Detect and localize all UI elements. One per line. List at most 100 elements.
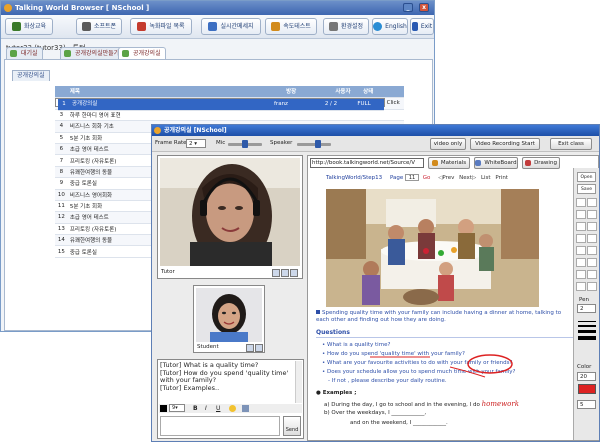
room-status: FULL (344, 98, 384, 111)
col-status[interactable]: 상태 (361, 86, 404, 98)
close-button[interactable]: x (419, 3, 429, 12)
undo-tool-icon[interactable] (576, 270, 586, 279)
exit-button[interactable]: Exit (410, 18, 434, 35)
underline-button[interactable]: U (216, 405, 220, 412)
snapshot-icon[interactable] (272, 269, 280, 277)
url-field[interactable]: http://book.talkingworld.net/Source/V (310, 158, 424, 168)
drawing-icon (525, 159, 532, 166)
pen-size-select[interactable]: 2 (577, 304, 596, 313)
drawing-button[interactable]: Drawing (522, 157, 560, 169)
mic-slider[interactable] (228, 140, 262, 148)
mic-slider-knob[interactable] (242, 140, 248, 148)
zoom-icon[interactable] (281, 269, 289, 277)
col-host[interactable]: 방장 (284, 86, 334, 98)
example-c: and on the weekend, I ____________. (350, 420, 448, 426)
minimize-button[interactable]: _ (403, 3, 413, 12)
table-row[interactable]: 3 하루 한마디 영어 표현 (55, 109, 404, 122)
col-users[interactable]: 사용자 (333, 86, 362, 98)
tab-waiting-room[interactable]: 대기실 (6, 47, 43, 59)
chat-input[interactable] (160, 416, 280, 436)
highlight-tool-icon[interactable] (587, 246, 597, 255)
eraser-tool-icon[interactable] (576, 258, 586, 267)
open-button[interactable]: Open (577, 172, 596, 182)
brush-tool-icon[interactable] (587, 210, 597, 219)
zoom-icon[interactable] (255, 344, 263, 352)
line-tool-icon[interactable] (576, 210, 586, 219)
row-number: 5 (55, 132, 68, 144)
room-users (333, 109, 362, 122)
tab-create-room[interactable]: 공개강의실만들기 (60, 47, 125, 59)
snapshot-icon[interactable] (246, 344, 254, 352)
pen-width-list[interactable] (578, 318, 596, 358)
row-number: 14 (55, 234, 68, 247)
circle-annotation (467, 354, 513, 374)
text-tool-icon[interactable] (576, 234, 586, 243)
stamp-tool-icon[interactable] (576, 282, 586, 291)
text-color-icon[interactable] (160, 405, 167, 412)
row-number: 7 (55, 154, 68, 167)
example-a: a) During the day, I go to school and in… (324, 400, 519, 408)
lesson-page: TalkingWorld/Step13 Page 11 Go ◁Prev Nex… (310, 172, 582, 440)
app-logo-icon (4, 4, 12, 12)
drawing-toolbox: Open Save Pen 2 Color 20 5 (573, 168, 599, 440)
image-tool-icon[interactable] (587, 282, 597, 291)
video-only-button[interactable]: video only (430, 138, 466, 150)
speed-test-button[interactable]: 속도테스트 (265, 18, 317, 35)
open-room-subtab[interactable]: 공개강의실 (12, 70, 50, 81)
globe-icon (373, 22, 383, 31)
record-list-icon (137, 22, 147, 31)
italic-button[interactable]: I (205, 405, 207, 412)
arrow-tool-icon[interactable] (576, 246, 586, 255)
row-number: 11 (55, 200, 68, 213)
english-button[interactable]: English (372, 18, 408, 35)
exit-class-button[interactable]: Exit class (550, 138, 592, 150)
save-button[interactable]: Save (577, 184, 596, 194)
whiteboard-button[interactable]: WhiteBoard (474, 157, 518, 169)
video-class-button[interactable]: 화상교육 (5, 18, 53, 35)
row-number: 1 (58, 98, 70, 111)
settings-small-icon[interactable] (290, 269, 298, 277)
message-button[interactable]: 실시간메세지 (201, 18, 261, 35)
room-title: 하루 한마디 영어 표현 (67, 109, 285, 122)
softphone-button[interactable]: 소프트폰 (76, 18, 122, 35)
speaker-slider[interactable] (297, 140, 331, 148)
settings-button[interactable]: 환경설정 (323, 18, 369, 35)
attach-icon[interactable] (242, 405, 249, 412)
speaker-slider-knob[interactable] (315, 140, 321, 148)
examples-label: ● Examples ; (316, 390, 357, 396)
speed-test-icon (271, 22, 281, 31)
color-select[interactable]: 20 (577, 372, 596, 381)
video-recording-button[interactable]: Video Recording Start (470, 138, 540, 150)
zoom-select[interactable]: 5 (577, 400, 596, 409)
clear-tool-icon[interactable] (587, 258, 597, 267)
speaker-label: Speaker (270, 140, 293, 146)
tutor-video (160, 158, 300, 266)
record-list-button[interactable]: 녹화파일 목록 (130, 18, 192, 35)
handwriting-annotation: homework (481, 400, 519, 408)
frame-rate-select[interactable]: 2 ▾ (186, 139, 206, 148)
font-size-select[interactable]: 9▾ (169, 404, 185, 412)
send-button[interactable]: Send (283, 416, 301, 436)
color-label: Color (577, 364, 592, 370)
rect-tool-icon[interactable] (576, 222, 586, 231)
table-row[interactable]: 1 공개강의실 franz 2 / 2 FULL (55, 97, 385, 111)
student-video (196, 288, 262, 342)
ellipse-tool-icon[interactable] (587, 222, 597, 231)
room-host: franz (272, 98, 318, 111)
materials-button[interactable]: Materials (428, 157, 470, 169)
fill-tool-icon[interactable] (587, 234, 597, 243)
chat-scrollbar[interactable] (295, 361, 302, 403)
redo-tool-icon[interactable] (587, 270, 597, 279)
student-video-image (196, 288, 262, 342)
col-title[interactable]: 제목 (67, 86, 285, 98)
row-number: 9 (55, 177, 68, 190)
emoticon-icon[interactable] (229, 405, 236, 412)
room-status (361, 109, 404, 122)
select-tool-icon[interactable] (576, 198, 586, 207)
message-icon (208, 22, 218, 31)
current-color-swatch[interactable] (578, 384, 596, 394)
pen-tool-icon[interactable] (587, 198, 597, 207)
row-number: 8 (55, 166, 68, 179)
tutor-video-panel: Tutor (157, 155, 303, 279)
bold-button[interactable]: B (193, 405, 198, 412)
